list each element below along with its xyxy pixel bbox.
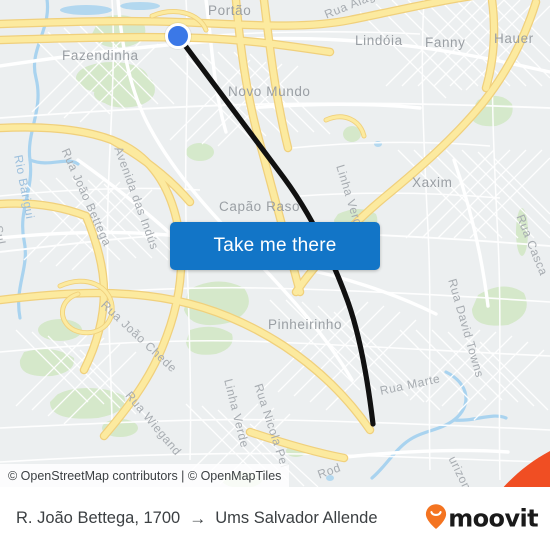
moovit-pin-icon [425,503,447,534]
moovit-logo[interactable]: moovit [425,503,539,534]
route-destination-text: Ums Salvador Allende [215,509,378,527]
footer-bar: R. João Bettega, 1700 → Ums Salvador All… [0,487,550,550]
destination-marker[interactable] [357,419,550,487]
arrow-right-icon: → [189,509,207,528]
map-attribution: © OpenStreetMap contributors | © OpenMap… [0,464,290,487]
attribution-text: © OpenStreetMap contributors | © OpenMap… [8,468,282,483]
moovit-map-screen: Portão Fazendinha Novo Mundo Lindóia Fanny Ha… [0,0,550,550]
map-pin-icon [503,451,550,487]
take-me-there-label: Take me there [213,235,337,256]
origin-marker[interactable] [165,23,191,49]
take-me-there-button[interactable]: Take me there [170,222,380,270]
route-origin-text: R. João Bettega, 1700 [16,509,181,527]
map-canvas[interactable]: Portão Fazendinha Novo Mundo Lindóia Fanny Ha… [0,0,550,487]
moovit-wordmark: moovit [448,504,538,533]
route-summary: R. João Bettega, 1700 → Ums Salvador All… [16,509,378,528]
